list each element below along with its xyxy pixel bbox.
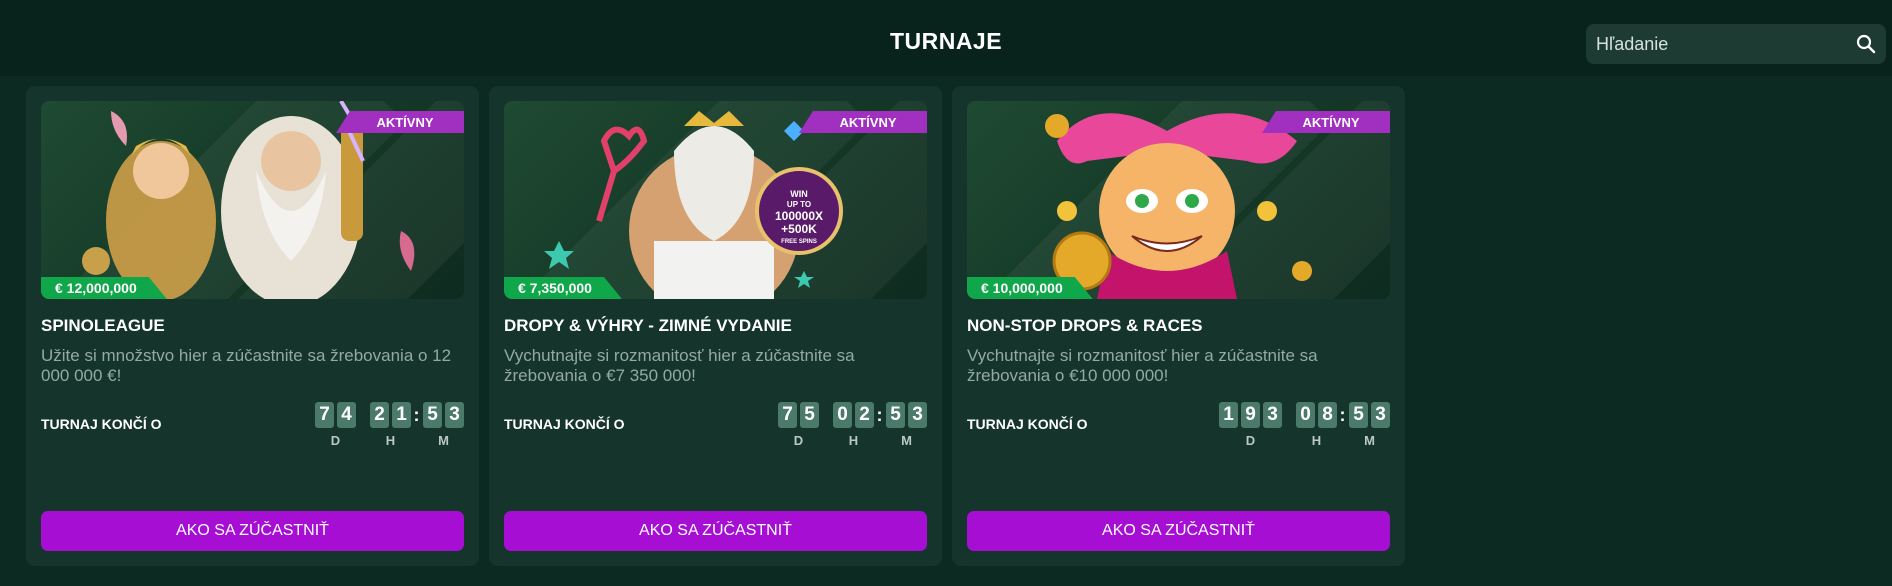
countdown-digit: 3 <box>908 402 927 428</box>
art-text-spins-amount: +500K <box>781 222 817 236</box>
countdown-separator: : <box>413 404 420 425</box>
countdown-unit-minutes: M <box>438 433 449 448</box>
tournament-card: AKTÍVNY € 10,000,000 NON-STOP DROPS & RA… <box>952 86 1405 566</box>
countdown-unit-hours: H <box>848 433 859 448</box>
tournament-card: AKTÍVNY € 12,000,000 SPINOLEAGUE Užite s… <box>26 86 479 566</box>
join-button[interactable]: AKO SA ZÚČASTNIŤ <box>967 511 1390 551</box>
countdown-digit: 3 <box>1263 402 1282 428</box>
status-badge: AKTÍVNY <box>1262 111 1390 133</box>
art-text-win: WIN <box>790 189 808 199</box>
countdown-digit: 0 <box>833 402 852 428</box>
countdown-digit: 5 <box>1349 402 1368 428</box>
countdown: 193D08H:53M <box>1219 402 1390 454</box>
art-text-free-spins: FREE SPINS <box>781 239 817 245</box>
countdown-unit-days: D <box>793 433 804 448</box>
ends-label: TURNAJ KONČÍ O <box>41 416 162 432</box>
top-bar: TURNAJE <box>0 0 1892 76</box>
tournament-title: DROPY & VÝHRY - ZIMNÉ VYDANIE <box>504 316 792 335</box>
tournament-description: Vychutnajte si rozmanitosť hier a zúčast… <box>967 346 1318 385</box>
countdown-digit: 3 <box>1371 402 1390 428</box>
tournament-title: SPINOLEAGUE <box>41 316 165 335</box>
tournament-banner-image[interactable]: AKTÍVNY € 10,000,000 <box>967 101 1390 299</box>
tournament-card: WIN UP TO 100000X +500K FREE SPINS AKTÍV… <box>489 86 942 566</box>
countdown-unit-minutes: M <box>1364 433 1375 448</box>
ends-label: TURNAJ KONČÍ O <box>504 416 625 432</box>
countdown-digit: 7 <box>315 402 334 428</box>
join-button[interactable]: AKO SA ZÚČASTNIŤ <box>504 511 927 551</box>
tournament-title: NON-STOP DROPS & RACES <box>967 316 1203 335</box>
prize-pool: € 12,000,000 <box>41 277 167 299</box>
search-icon[interactable] <box>1856 34 1876 54</box>
countdown: 75D02H:53M <box>778 402 927 454</box>
status-badge: AKTÍVNY <box>336 111 464 133</box>
countdown-digit: 5 <box>423 402 442 428</box>
countdown-unit-days: D <box>1245 433 1256 448</box>
countdown-unit-hours: H <box>1311 433 1322 448</box>
countdown-digit: 7 <box>778 402 797 428</box>
ends-label: TURNAJ KONČÍ O <box>967 416 1088 432</box>
prize-pool: € 10,000,000 <box>967 277 1093 299</box>
countdown-digit: 1 <box>392 402 411 428</box>
countdown-digit: 5 <box>800 402 819 428</box>
status-badge: AKTÍVNY <box>799 111 927 133</box>
countdown-separator: : <box>876 404 883 425</box>
prize-pool: € 7,350,000 <box>504 277 622 299</box>
countdown-digit: 8 <box>1318 402 1337 428</box>
tournament-banner-image[interactable]: WIN UP TO 100000X +500K FREE SPINS AKTÍV… <box>504 101 927 299</box>
countdown-separator: : <box>1339 404 1346 425</box>
countdown-digit: 2 <box>855 402 874 428</box>
countdown-unit-days: D <box>330 433 341 448</box>
join-button[interactable]: AKO SA ZÚČASTNIŤ <box>41 511 464 551</box>
countdown-digit: 9 <box>1241 402 1260 428</box>
tournament-description: Užite si množstvo hier a zúčastnite sa ž… <box>41 346 452 385</box>
art-text-multiplier: 100000X <box>775 209 823 223</box>
countdown-unit-minutes: M <box>901 433 912 448</box>
tournament-banner-image[interactable]: AKTÍVNY € 12,000,000 <box>41 101 464 299</box>
countdown-digit: 1 <box>1219 402 1238 428</box>
tournament-description: Vychutnajte si rozmanitosť hier a zúčast… <box>504 346 855 385</box>
countdown: 74 D 21 H:53 M <box>315 402 464 454</box>
countdown-digit: 4 <box>337 402 356 428</box>
countdown-digit: 0 <box>1296 402 1315 428</box>
countdown-digit: 2 <box>370 402 389 428</box>
countdown-digit: 5 <box>886 402 905 428</box>
countdown-unit-hours: H <box>385 433 396 448</box>
search-box[interactable] <box>1586 24 1886 64</box>
search-input[interactable] <box>1586 24 1836 64</box>
countdown-digit: 3 <box>445 402 464 428</box>
art-text-up-to: UP TO <box>787 200 811 209</box>
